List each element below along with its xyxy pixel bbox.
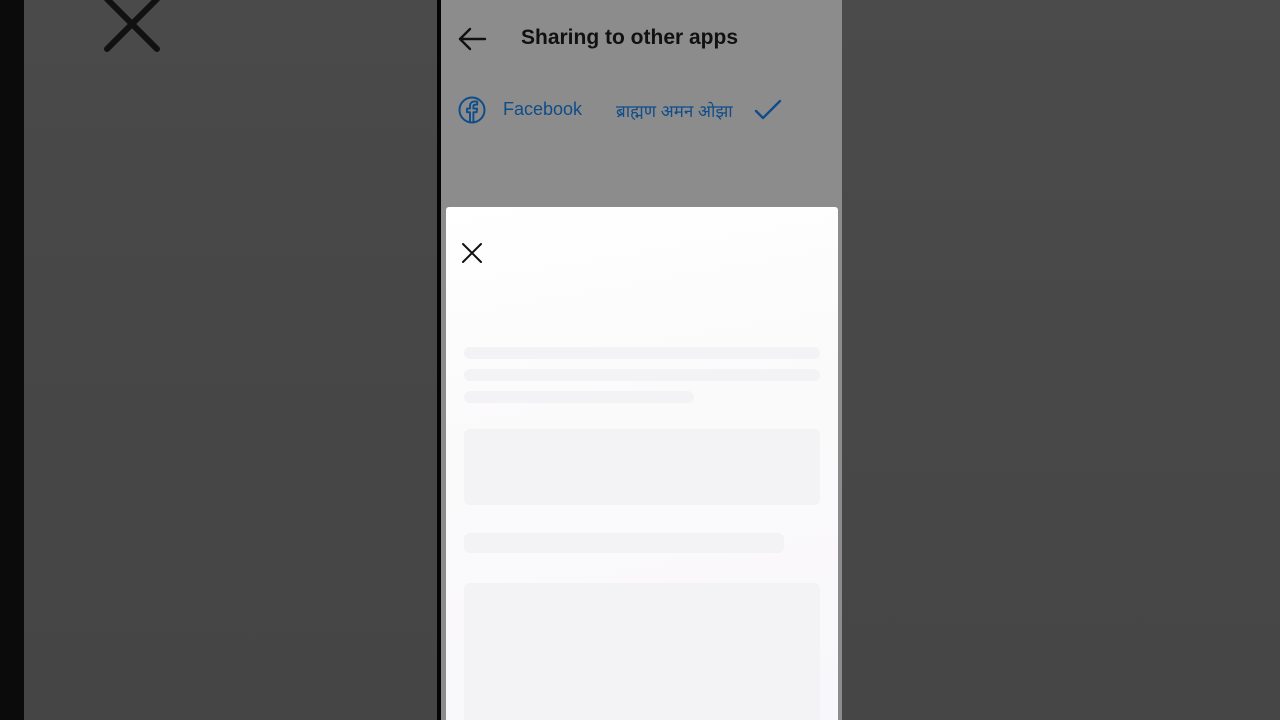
loading-placeholder [464, 533, 784, 553]
bottom-sheet [446, 207, 838, 720]
blurred-background-right [842, 0, 1280, 720]
checkmark-icon [754, 99, 782, 120]
loading-placeholder [464, 369, 820, 381]
page-header: Sharing to other apps [441, 0, 842, 78]
loading-placeholder [464, 391, 694, 403]
screen-frame: Sharing to other apps Facebook ब्राह्मण … [0, 0, 1280, 720]
share-app-label: Facebook [503, 99, 583, 119]
page-title: Sharing to other apps [521, 26, 739, 49]
loading-placeholder [464, 429, 820, 505]
account-name: ब्राह्मण अमन ओझा [616, 102, 733, 121]
loading-placeholder [464, 583, 820, 720]
close-icon [104, 0, 160, 52]
loading-placeholder [464, 347, 820, 359]
close-icon[interactable] [461, 242, 483, 264]
blurred-background-left [24, 0, 440, 720]
share-target-facebook[interactable]: Facebook ब्राह्मण अमन ओझा [441, 88, 842, 132]
arrow-left-icon[interactable] [457, 26, 487, 52]
facebook-icon [458, 96, 486, 124]
